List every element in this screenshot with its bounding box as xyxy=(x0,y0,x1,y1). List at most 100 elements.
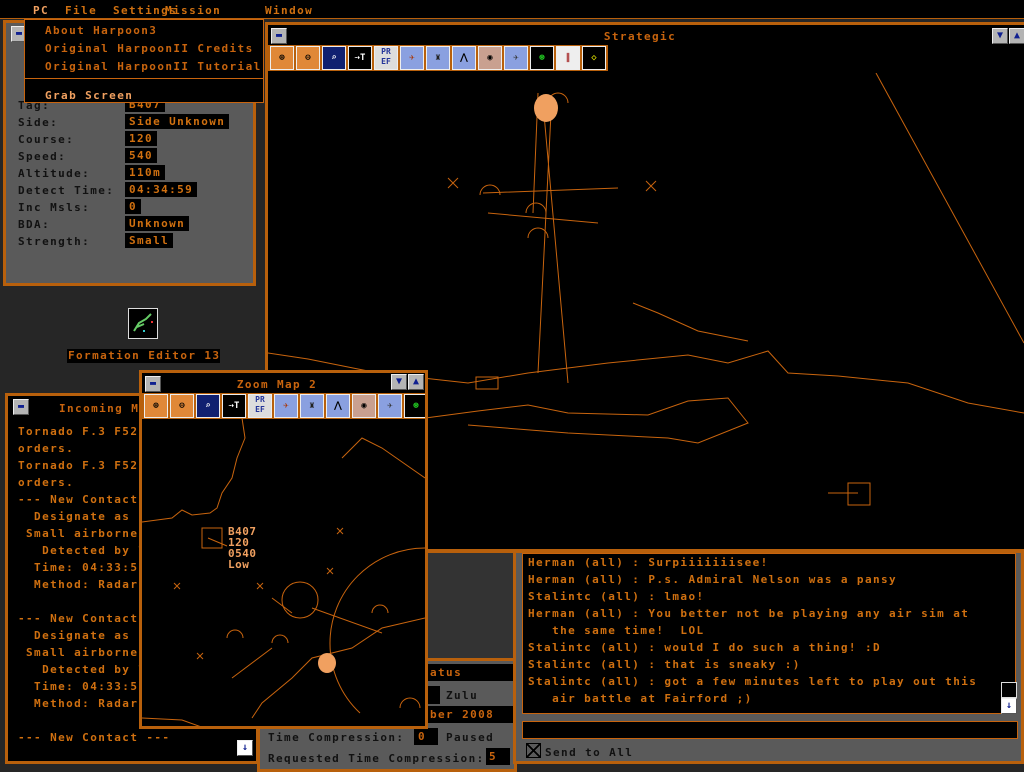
inc-msls-label: Inc Msls: xyxy=(18,201,91,214)
pc-menu-dropdown: About Harpoon3 Original HarpoonII Credit… xyxy=(24,19,264,103)
bda-label: BDA: xyxy=(18,218,51,231)
compass-icon[interactable]: ⋀ xyxy=(452,46,476,70)
minimize-button[interactable]: ▬ xyxy=(271,28,287,44)
menu-bar: PC File Settings Mission Window xyxy=(0,0,1024,19)
message-line: Detected by T xyxy=(18,544,147,557)
time-compression-label: Time Compression: xyxy=(268,731,405,744)
requested-compression-label: Requested Time Compression: xyxy=(268,752,485,765)
message-line: Time: 04:33:59 xyxy=(18,561,147,574)
menu-item-grab-screen[interactable]: Grab Screen xyxy=(45,89,133,102)
message-line: Detected by T xyxy=(18,663,147,676)
send-to-all-checkbox[interactable] xyxy=(526,743,541,758)
zoom-window-icon[interactable]: ⌕ xyxy=(322,46,346,70)
weapon-icon[interactable]: ✈ xyxy=(400,46,424,70)
contact-tag-label: B407 120 0540 Low xyxy=(228,526,257,570)
sensor-icon[interactable]: ◉ xyxy=(478,46,502,70)
chat-input[interactable] xyxy=(522,721,1018,739)
sensor-icon[interactable]: ◉ xyxy=(352,394,376,418)
detect-time-label: Detect Time: xyxy=(18,184,115,197)
minimize-button[interactable]: ▬ xyxy=(145,376,161,392)
menu-window[interactable]: Window xyxy=(265,4,313,17)
detect-time-value: 04:34:59 xyxy=(125,182,198,197)
time-compression-value: 0 xyxy=(414,728,438,745)
chat-line: Stalintc (all) : would I do such a thing… xyxy=(528,641,881,654)
side-value: Side Unknown xyxy=(125,114,230,129)
altitude-value: 110m xyxy=(125,165,166,180)
menu-item-about[interactable]: About Harpoon3 xyxy=(45,24,157,37)
compass-icon[interactable]: ⋀ xyxy=(326,394,350,418)
radar-tower-icon[interactable]: ♜ xyxy=(300,394,324,418)
formation-editor-label[interactable]: Formation Editor 13 xyxy=(67,349,221,363)
menu-file[interactable]: File xyxy=(65,4,97,17)
aircraft-icon[interactable]: ✈ xyxy=(504,46,528,70)
zoom-out-icon[interactable]: ⊖ xyxy=(296,46,320,70)
message-line: --- New Contact --- xyxy=(18,731,171,744)
scroll-up-button[interactable]: ▲ xyxy=(408,374,424,390)
formation-icon[interactable]: ⇢T xyxy=(348,46,372,70)
radar-scope-icon[interactable]: ⊛ xyxy=(530,46,554,70)
menu-item-credits[interactable]: Original HarpoonII Credits xyxy=(45,42,254,55)
zoom-out-icon[interactable]: ⊖ xyxy=(170,394,194,418)
zoom-in-icon[interactable]: ⊕ xyxy=(144,394,168,418)
chat-line: Herman (all) : You better not be playing… xyxy=(528,607,970,620)
missiles-icon[interactable]: ∥ xyxy=(556,46,580,70)
chat-log: Herman (all) : Surpiiiiiiisee! Herman (a… xyxy=(522,553,1017,714)
scroll-down-button[interactable]: ▼ xyxy=(992,28,1008,44)
zoom-map-window: ▬ Zoom Map 2 ▼ ▲ ⊕ ⊖ ⌕ ⇢T PR EF ✈ ♜ ⋀ ◉ … xyxy=(139,370,428,729)
radar-scope-icon[interactable]: ⊛ xyxy=(404,394,425,418)
radar-tower-icon[interactable]: ♜ xyxy=(426,46,450,70)
message-line: Tornado F.3 F525 xyxy=(18,459,147,472)
chat-line: Stalintc (all) : got a few minutes left … xyxy=(528,675,978,688)
chat-line: Stalintc (all) : that is sneaky :) xyxy=(528,658,801,671)
menu-pc[interactable]: PC xyxy=(33,4,49,17)
formation-editor-icon[interactable] xyxy=(128,308,158,339)
map-toolbar: ⊕ ⊖ ⌕ ⇢T PR EF ✈ ♜ ⋀ ◉ ✈ ⊛ ∥ ◇ xyxy=(268,45,608,71)
requested-compression-value[interactable]: 5 xyxy=(486,748,510,765)
pref-icon[interactable]: PR EF xyxy=(248,394,272,418)
message-line: orders. xyxy=(18,476,75,489)
chat-window: Herman (all) : Surpiiiiiiisee! Herman (a… xyxy=(513,550,1024,764)
zoom-map xyxy=(142,418,425,726)
strength-value: Small xyxy=(125,233,174,248)
strength-label: Strength: xyxy=(18,235,91,248)
aircraft-icon[interactable]: ✈ xyxy=(378,394,402,418)
message-line: Small airborne xyxy=(18,527,139,540)
message-line: --- New Contact xyxy=(18,612,139,625)
menu-item-tutorial[interactable]: Original HarpoonII Tutorial xyxy=(45,60,262,73)
window-title: Zoom Map 2 xyxy=(162,376,392,393)
contact-altitude: Low xyxy=(228,558,250,571)
chat-line: Herman (all) : P.s. Admiral Nelson was a… xyxy=(528,573,898,586)
scroll-down-button[interactable]: ▼ xyxy=(391,374,407,390)
inc-msls-value: 0 xyxy=(125,199,142,214)
scroll-down-button[interactable]: ↓ xyxy=(1001,698,1017,714)
time-zone: Zulu xyxy=(446,689,479,702)
zoom-window-icon[interactable]: ⌕ xyxy=(196,394,220,418)
menu-mission[interactable]: Mission xyxy=(165,4,221,17)
message-line: Tornado F.3 F526 xyxy=(18,425,147,438)
bda-value: Unknown xyxy=(125,216,190,231)
course-label: Course: xyxy=(18,133,75,146)
message-line: Designate as B xyxy=(18,629,147,642)
chat-line: the same time! LOL xyxy=(528,624,705,637)
scrollbar-thumb[interactable] xyxy=(1001,682,1017,698)
message-line: Method: Radar xyxy=(18,697,139,710)
scroll-up-button[interactable]: ▲ xyxy=(1009,28,1024,44)
message-line: orders. xyxy=(18,442,75,455)
message-line: Designate as B xyxy=(18,510,147,523)
side-label: Side: xyxy=(18,116,59,129)
scroll-down-button[interactable]: ↓ xyxy=(237,740,253,756)
chat-line: Stalintc (all) : lmao! xyxy=(528,590,705,603)
route-icon[interactable]: ◇ xyxy=(582,46,606,70)
weapon-icon[interactable]: ✈ xyxy=(274,394,298,418)
minimize-button[interactable]: ▬ xyxy=(13,399,29,415)
message-line: --- New Contact xyxy=(18,493,139,506)
time-compression-state: Paused xyxy=(446,731,495,744)
message-line: Time: 04:33:59 xyxy=(18,680,147,693)
formation-graphic xyxy=(133,313,153,332)
map-toolbar: ⊕ ⊖ ⌕ ⇢T PR EF ✈ ♜ ⋀ ◉ ✈ ⊛ xyxy=(142,393,425,419)
chat-line: air battle at Fairford ;) xyxy=(528,692,753,705)
speed-value: 540 xyxy=(125,148,158,163)
zoom-in-icon[interactable]: ⊕ xyxy=(270,46,294,70)
pref-icon[interactable]: PR EF xyxy=(374,46,398,70)
formation-icon[interactable]: ⇢T xyxy=(222,394,246,418)
